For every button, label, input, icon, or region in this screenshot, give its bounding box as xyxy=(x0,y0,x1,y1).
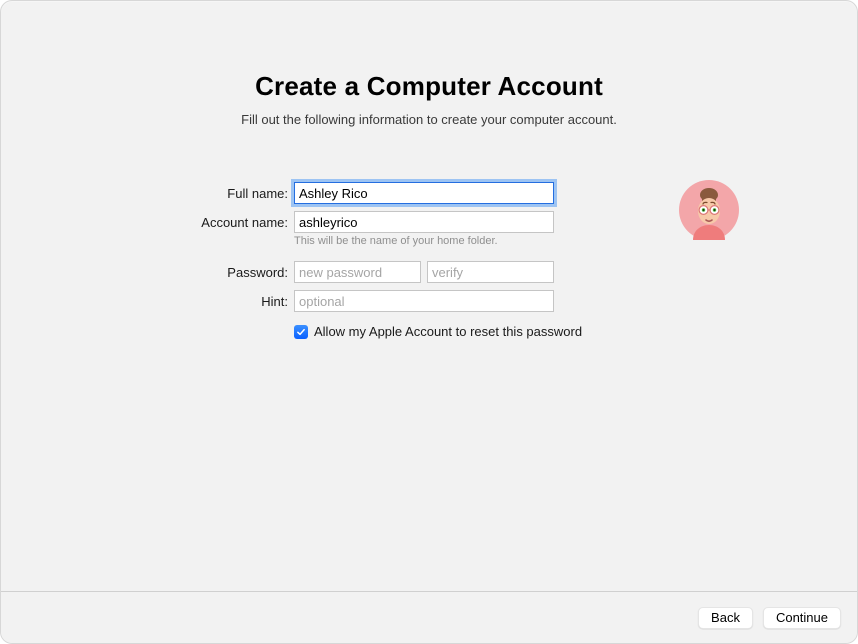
allow-reset-label: Allow my Apple Account to reset this pas… xyxy=(314,324,582,339)
account-name-row: Account name: xyxy=(109,211,749,233)
account-name-input[interactable] xyxy=(294,211,554,233)
allow-reset-checkbox[interactable] xyxy=(294,325,308,339)
password-label: Password: xyxy=(109,265,294,280)
hint-label: Hint: xyxy=(109,294,294,309)
account-name-label: Account name: xyxy=(109,215,294,230)
back-button[interactable]: Back xyxy=(698,607,753,629)
page-subtitle: Fill out the following information to cr… xyxy=(1,112,857,127)
hint-input[interactable] xyxy=(294,290,554,312)
check-icon xyxy=(296,327,306,337)
password-verify-input[interactable] xyxy=(427,261,554,283)
password-new-input[interactable] xyxy=(294,261,421,283)
full-name-label: Full name: xyxy=(109,186,294,201)
account-name-hint: This will be the name of your home folde… xyxy=(294,235,554,247)
page-title: Create a Computer Account xyxy=(1,71,857,102)
allow-reset-row: Allow my Apple Account to reset this pas… xyxy=(294,324,749,339)
avatar-icon xyxy=(679,180,739,240)
hint-row: Hint: xyxy=(109,290,749,312)
content-area: Create a Computer Account Fill out the f… xyxy=(1,1,857,339)
continue-button[interactable]: Continue xyxy=(763,607,841,629)
full-name-row: Full name: xyxy=(109,182,749,204)
full-name-input[interactable] xyxy=(294,182,554,204)
password-row: Password: xyxy=(109,261,749,283)
setup-window: Create a Computer Account Fill out the f… xyxy=(0,0,858,644)
form-area: Full name: Account name: This will be th… xyxy=(109,182,749,339)
footer-bar: Back Continue xyxy=(1,591,857,643)
account-avatar[interactable] xyxy=(679,180,739,240)
